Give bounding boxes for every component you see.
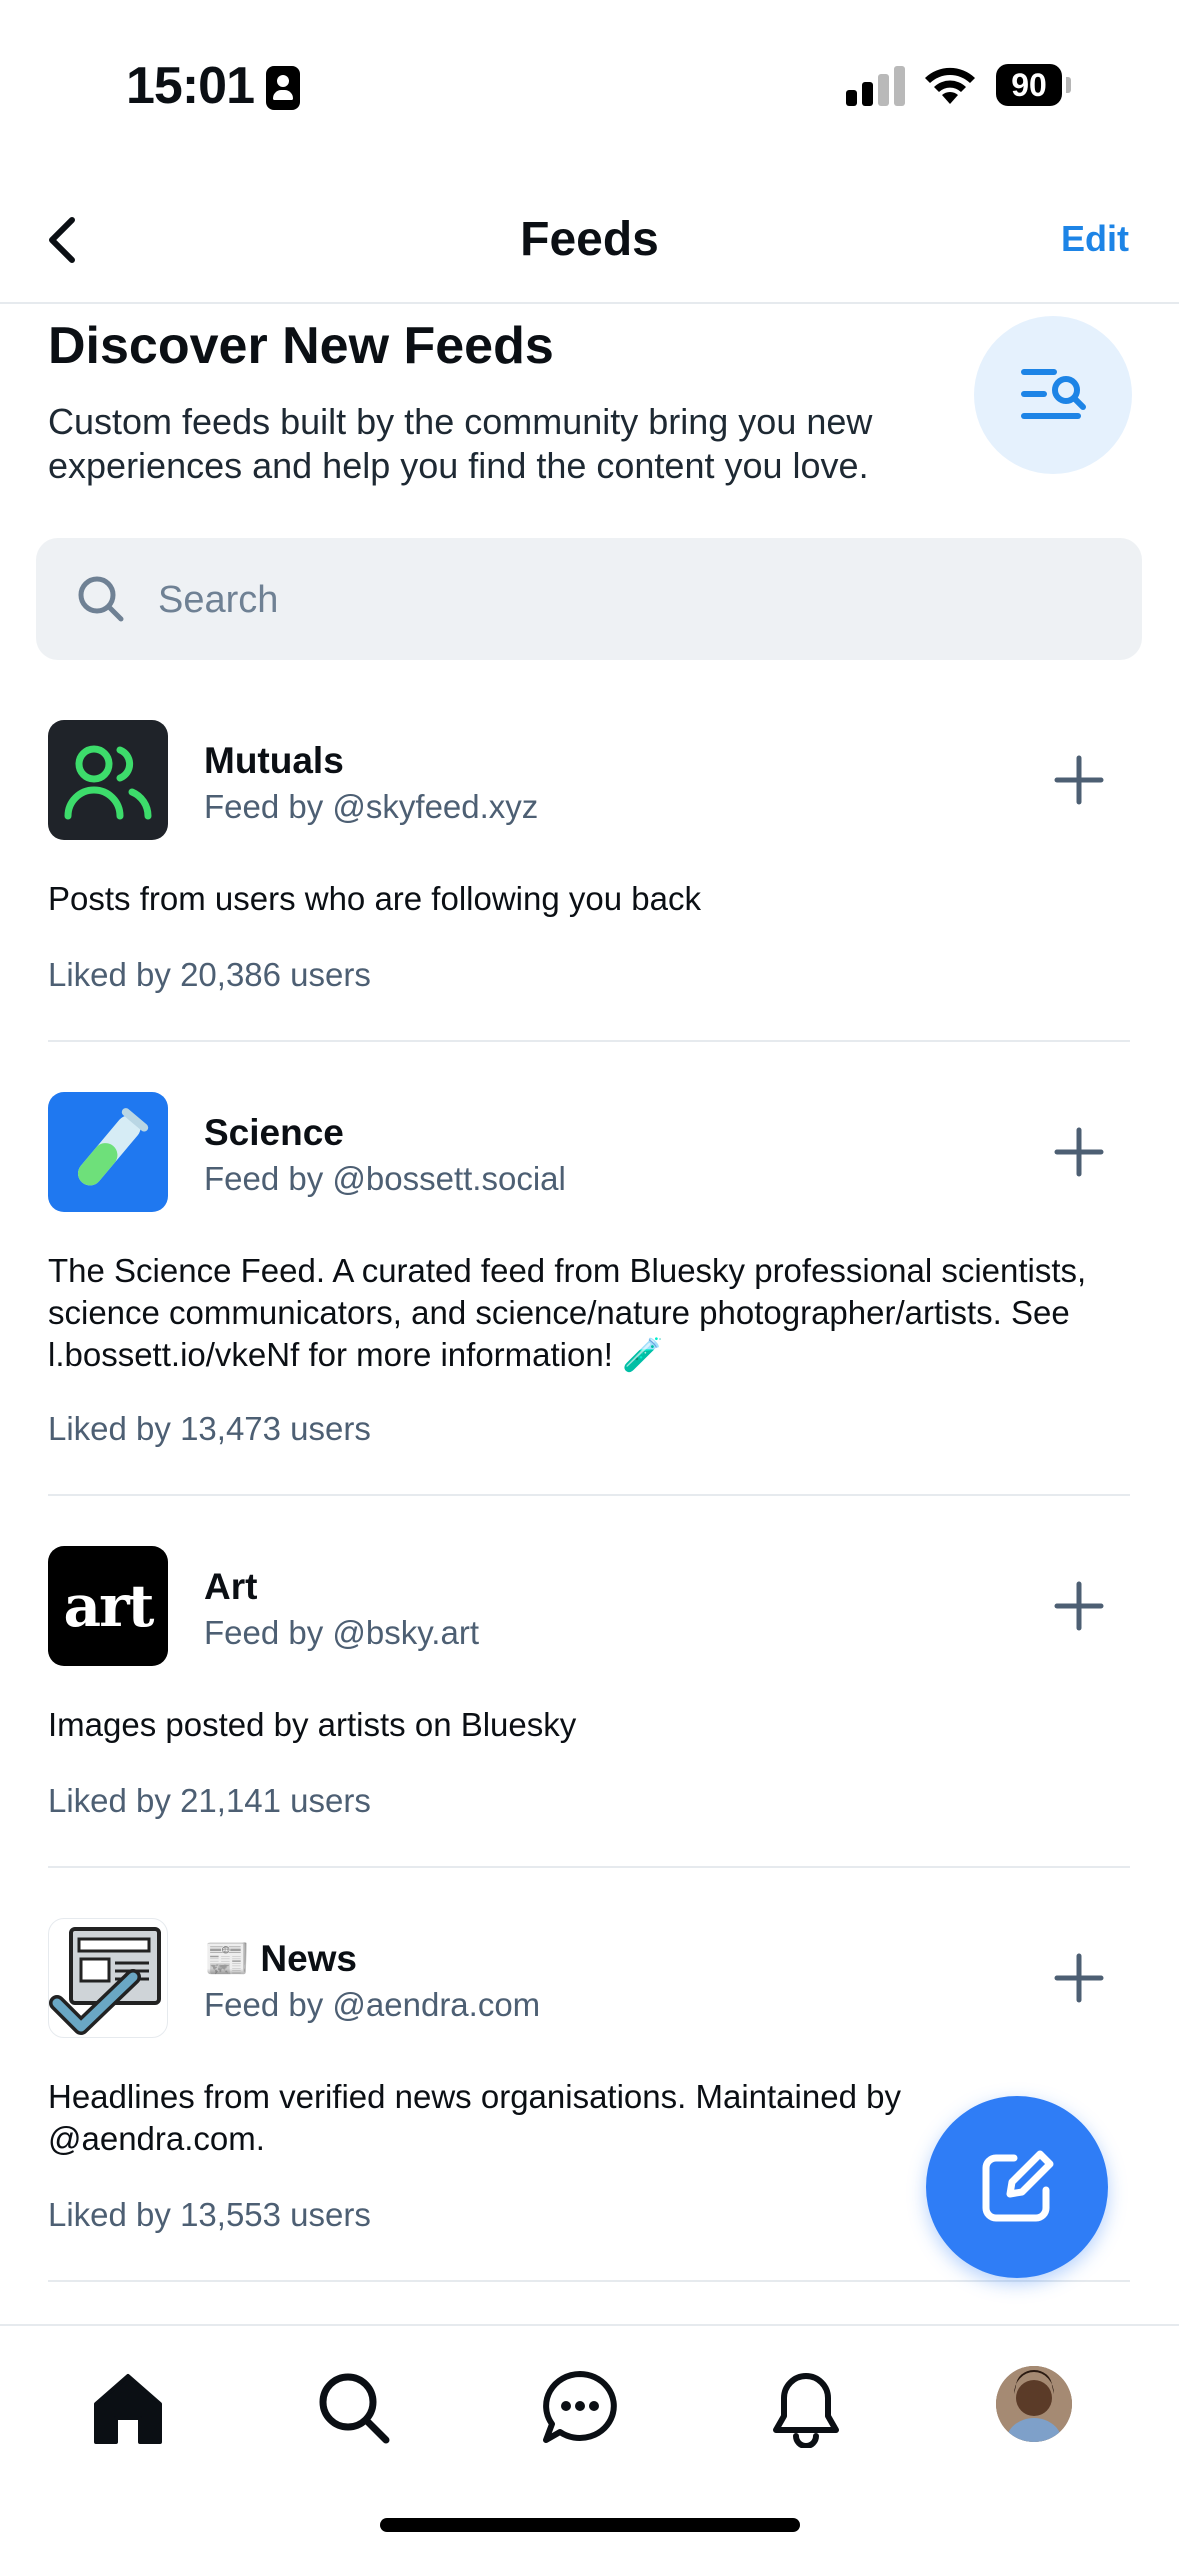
feed-name[interactable]: Science bbox=[204, 1112, 344, 1154]
header-divider bbox=[0, 302, 1179, 304]
art-logo-text: art bbox=[63, 1572, 155, 1640]
home-icon[interactable] bbox=[88, 2368, 168, 2448]
battery-icon: 90 bbox=[996, 64, 1072, 106]
feed-likes[interactable]: Liked by 13,473 users bbox=[48, 1410, 371, 1448]
search-icon bbox=[78, 576, 124, 622]
add-feed-button[interactable] bbox=[1044, 1117, 1114, 1187]
search-bar[interactable] bbox=[36, 538, 1142, 662]
home-indicator bbox=[380, 2518, 800, 2532]
avatar-image bbox=[996, 2366, 1072, 2442]
feed-description: Images posted by artists on Bluesky bbox=[48, 1706, 577, 1743]
list-search-icon bbox=[1021, 369, 1086, 419]
wifi-icon bbox=[925, 67, 975, 104]
divider bbox=[48, 1040, 1130, 1042]
page-title: Feeds bbox=[520, 213, 659, 266]
feed-avatar-mutuals[interactable] bbox=[48, 720, 168, 840]
feed-name[interactable]: Mutuals bbox=[204, 740, 344, 782]
feed-description: Posts from users who are following you b… bbox=[48, 880, 701, 917]
discover-feeds-button[interactable] bbox=[974, 316, 1132, 474]
status-time: 15:01 bbox=[126, 57, 255, 115]
feed-author[interactable]: Feed by @aendra.com bbox=[204, 1986, 540, 2024]
bell-icon[interactable] bbox=[766, 2368, 846, 2448]
search-icon[interactable] bbox=[314, 2368, 394, 2448]
discover-description: Custom feeds built by the community brin… bbox=[48, 401, 873, 486]
feed-avatar-news[interactable] bbox=[48, 1918, 168, 2038]
people-icon bbox=[64, 745, 152, 820]
search-input[interactable] bbox=[156, 538, 1060, 662]
feed-avatar-science[interactable] bbox=[48, 1092, 168, 1212]
feed-description: Headlines from verified news organisatio… bbox=[48, 2078, 901, 2157]
chat-icon[interactable] bbox=[540, 2368, 620, 2448]
add-feed-button[interactable] bbox=[1044, 745, 1114, 815]
discover-title: Discover New Feeds bbox=[48, 317, 554, 375]
feed-author[interactable]: Feed by @bsky.art bbox=[204, 1614, 479, 1652]
newspaper-check-icon bbox=[49, 1927, 161, 2035]
id-badge-icon bbox=[266, 66, 300, 110]
feed-description: The Science Feed. A curated feed from Bl… bbox=[48, 1252, 1087, 1373]
divider bbox=[48, 1494, 1130, 1496]
compose-button[interactable] bbox=[926, 2096, 1108, 2278]
add-feed-button[interactable] bbox=[1044, 1943, 1114, 2013]
feed-likes[interactable]: Liked by 21,141 users bbox=[48, 1782, 371, 1820]
feed-likes[interactable]: Liked by 13,553 users bbox=[48, 2196, 371, 2234]
feed-likes[interactable]: Liked by 20,386 users bbox=[48, 956, 371, 994]
add-feed-button[interactable] bbox=[1044, 1571, 1114, 1641]
divider bbox=[48, 1866, 1130, 1868]
profile-avatar[interactable] bbox=[996, 2366, 1072, 2442]
divider bbox=[48, 2280, 1130, 2282]
feed-avatar-art[interactable]: art bbox=[48, 1546, 168, 1666]
feed-name[interactable]: Art bbox=[204, 1566, 257, 1608]
edit-button[interactable]: Edit bbox=[1061, 218, 1129, 260]
feed-author[interactable]: Feed by @skyfeed.xyz bbox=[204, 788, 538, 826]
bottom-nav-divider bbox=[0, 2324, 1179, 2326]
feed-name[interactable]: 📰 News bbox=[204, 1938, 357, 1981]
signal-icon bbox=[846, 66, 906, 106]
compose-icon bbox=[982, 2150, 1054, 2222]
feed-author[interactable]: Feed by @bossett.social bbox=[204, 1160, 566, 1198]
test-tube-icon bbox=[78, 1108, 149, 1186]
battery-level: 90 bbox=[996, 64, 1062, 106]
